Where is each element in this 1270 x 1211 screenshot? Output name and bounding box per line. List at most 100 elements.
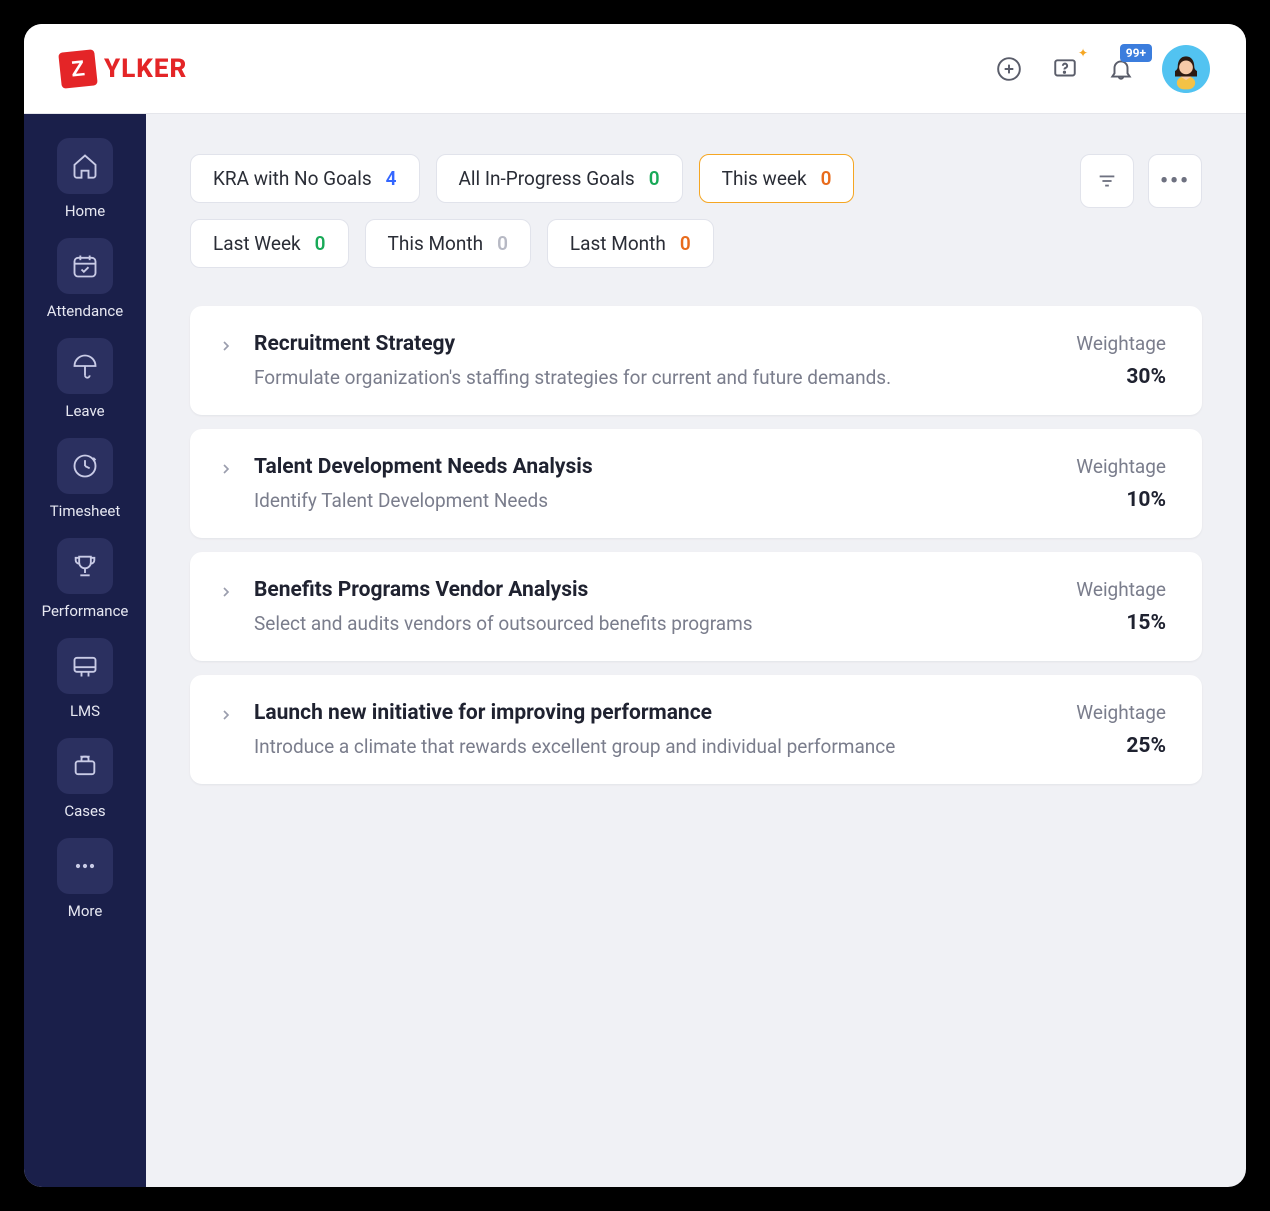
ellipsis-icon: ••• [1160,169,1190,194]
kra-description: Identify Talent Development Needs [254,489,1028,512]
expand-toggle[interactable] [218,584,236,604]
sidebar-item-label: Leave [65,402,104,420]
expand-toggle[interactable] [218,338,236,358]
filter-chip-count: 0 [649,167,660,190]
weightage-value: 30% [1046,365,1166,389]
brand-logo[interactable]: Z YLKER [60,51,187,87]
sidebar-item-label: Timesheet [50,502,121,520]
add-button[interactable] [994,54,1024,84]
chevron-right-icon [218,338,234,354]
kra-title: Recruitment Strategy [254,332,1028,356]
filter-chip-label: Last Month [570,232,666,255]
filter-chip-label: This Month [388,232,484,255]
kra-title: Launch new initiative for improving perf… [254,701,1028,725]
help-icon [1052,56,1078,82]
more-options-button[interactable]: ••• [1148,154,1202,208]
filter-chip-count: 0 [315,232,326,255]
kra-card[interactable]: Benefits Programs Vendor Analysis Select … [190,552,1202,661]
sidebar-item-label: Cases [64,802,105,820]
weightage-label: Weightage [1046,332,1166,355]
content-tools: ••• [1080,154,1202,208]
weightage-label: Weightage [1046,701,1166,724]
filter-chip-label: All In-Progress Goals [459,167,635,190]
weightage-value: 15% [1046,611,1166,635]
sidebar-item-cases[interactable]: Cases [34,738,136,820]
sidebar-item-home[interactable]: Home [34,138,136,220]
filter-chip-label: Last Week [213,232,301,255]
sidebar: Home Attendance Leave Timesheet Performa… [24,114,146,1187]
filter-button[interactable] [1080,154,1134,208]
sidebar-item-attendance[interactable]: Attendance [34,238,136,320]
weightage-value: 10% [1046,488,1166,512]
sidebar-item-more[interactable]: More [34,838,136,920]
filter-chip-count: 0 [821,167,832,190]
calendar-check-icon [71,252,99,280]
lms-icon [71,652,99,680]
kra-card[interactable]: Talent Development Needs Analysis Identif… [190,429,1202,538]
sidebar-item-label: LMS [70,702,100,720]
sidebar-item-performance[interactable]: Performance [34,538,136,620]
plus-icon [996,56,1022,82]
avatar[interactable] [1162,45,1210,93]
filter-chip[interactable]: Last Month 0 [547,219,714,268]
content-area: KRA with No Goals 4 All In-Progress Goals 0… [146,114,1246,1187]
sidebar-item-label: Performance [42,602,129,620]
kra-card[interactable]: Launch new initiative for improving perf… [190,675,1202,784]
kra-weightage: Weightage 25% [1046,701,1166,758]
topbar: Z YLKER ✦ 99+ [24,24,1246,114]
sidebar-item-timesheet[interactable]: Timesheet [34,438,136,520]
kra-weightage: Weightage 15% [1046,578,1166,635]
weightage-label: Weightage [1046,578,1166,601]
sidebar-item-label: More [68,902,103,920]
chevron-right-icon [218,584,234,600]
app-window: Z YLKER ✦ 99+ [24,24,1246,1187]
filter-chips: KRA with No Goals 4 All In-Progress Goals 0… [190,154,950,268]
filter-chip[interactable]: This week0 [699,154,855,203]
filter-icon [1096,170,1118,192]
kra-main: Benefits Programs Vendor Analysis Select … [254,578,1028,635]
weightage-label: Weightage [1046,455,1166,478]
filter-chip-count: 0 [680,232,691,255]
help-button[interactable]: ✦ [1050,54,1080,84]
clock-icon [71,452,99,480]
filter-chip-label: KRA with No Goals [213,167,372,190]
brand-mark: Z [58,49,98,89]
kra-weightage: Weightage 30% [1046,332,1166,389]
filter-chip[interactable]: All In-Progress Goals 0 [436,154,683,203]
sparkle-icon: ✦ [1078,46,1088,60]
sidebar-item-leave[interactable]: Leave [34,338,136,420]
chevron-right-icon [218,461,234,477]
briefcase-icon [71,752,99,780]
kra-title: Benefits Programs Vendor Analysis [254,578,1028,602]
filter-chip[interactable]: KRA with No Goals 4 [190,154,420,203]
weightage-value: 25% [1046,734,1166,758]
filter-chip[interactable]: Last Week 0 [190,219,349,268]
kra-description: Select and audits vendors of outsourced … [254,612,1028,635]
sidebar-item-label: Home [65,202,105,220]
kra-card[interactable]: Recruitment Strategy Formulate organizati… [190,306,1202,415]
brand-name: YLKER [104,54,187,84]
filter-chip-count: 0 [497,232,508,255]
filter-chip[interactable]: This Month 0 [365,219,531,268]
more-icon [71,852,99,880]
kra-list: Recruitment Strategy Formulate organizati… [190,306,1202,784]
avatar-icon [1164,49,1208,93]
kra-description: Formulate organization's staffing strate… [254,366,1028,389]
filter-chip-count: 4 [386,167,397,190]
home-icon [71,152,99,180]
kra-main: Recruitment Strategy Formulate organizati… [254,332,1028,389]
kra-weightage: Weightage 10% [1046,455,1166,512]
kra-description: Introduce a climate that rewards excelle… [254,735,1028,758]
kra-main: Launch new initiative for improving perf… [254,701,1028,758]
umbrella-icon [71,352,99,380]
topbar-actions: ✦ 99+ [994,45,1210,93]
kra-main: Talent Development Needs Analysis Identif… [254,455,1028,512]
sidebar-item-label: Attendance [47,302,123,320]
kra-title: Talent Development Needs Analysis [254,455,1028,479]
notifications-button[interactable]: 99+ [1106,54,1136,84]
expand-toggle[interactable] [218,461,236,481]
expand-toggle[interactable] [218,707,236,727]
sidebar-item-lms[interactable]: LMS [34,638,136,720]
trophy-icon [71,552,99,580]
notifications-badge: 99+ [1120,44,1152,62]
